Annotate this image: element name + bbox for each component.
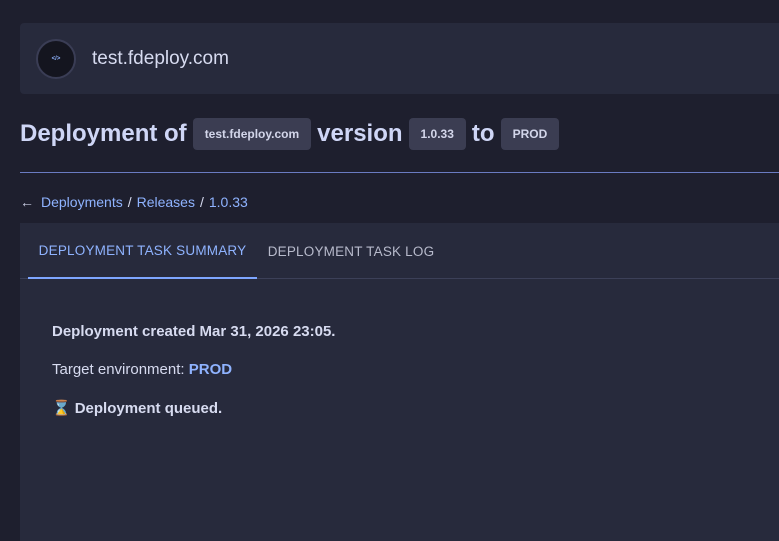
tab-bar: DEPLOYMENT TASK SUMMARY DEPLOYMENT TASK …	[20, 223, 779, 279]
target-environment-label: Target environment:	[52, 361, 185, 378]
fdeploy-logo-icon: </>	[36, 38, 76, 79]
environment-chip: PROD	[500, 118, 560, 150]
site-header: </> test.fdeploy.com	[20, 23, 779, 94]
site-chip: test.fdeploy.com	[192, 118, 312, 150]
arrow-left-icon[interactable]: ←	[20, 194, 34, 210]
version-chip: 1.0.33	[408, 118, 466, 150]
deployment-created-text: Deployment created Mar 31, 2026 23:05.	[52, 323, 336, 340]
title-divider	[20, 172, 779, 173]
deployment-status-text: Deployment queued.	[74, 399, 223, 417]
deployment-status-line: ⌛ Deployment queued.	[52, 399, 335, 418]
breadcrumb-version[interactable]: 1.0.33	[209, 194, 248, 210]
title-prefix: Deployment of	[20, 120, 187, 147]
target-environment-line: Target environment: PROD	[52, 361, 335, 378]
target-environment-value: PROD	[188, 361, 233, 378]
summary-content: Deployment created Mar 31, 2026 23:05. T…	[52, 323, 335, 417]
tab-deployment-task-summary[interactable]: DEPLOYMENT TASK SUMMARY	[28, 223, 257, 279]
tab-deployment-task-log[interactable]: DEPLOYMENT TASK LOG	[257, 223, 445, 279]
breadcrumb: ← Deployments / Releases / 1.0.33	[20, 194, 248, 210]
breadcrumb-releases[interactable]: Releases	[137, 194, 195, 210]
breadcrumb-deployments[interactable]: Deployments	[41, 194, 123, 210]
breadcrumb-separator: /	[199, 194, 204, 210]
page-title: Deployment of test.fdeploy.com version 1…	[20, 118, 560, 150]
title-version-word: version	[317, 120, 403, 147]
deployment-panel: DEPLOYMENT TASK SUMMARY DEPLOYMENT TASK …	[20, 223, 779, 541]
site-name: test.fdeploy.com	[92, 47, 229, 69]
hourglass-icon: ⌛	[52, 400, 71, 417]
breadcrumb-separator: /	[127, 194, 132, 210]
title-to-word: to	[471, 120, 495, 147]
